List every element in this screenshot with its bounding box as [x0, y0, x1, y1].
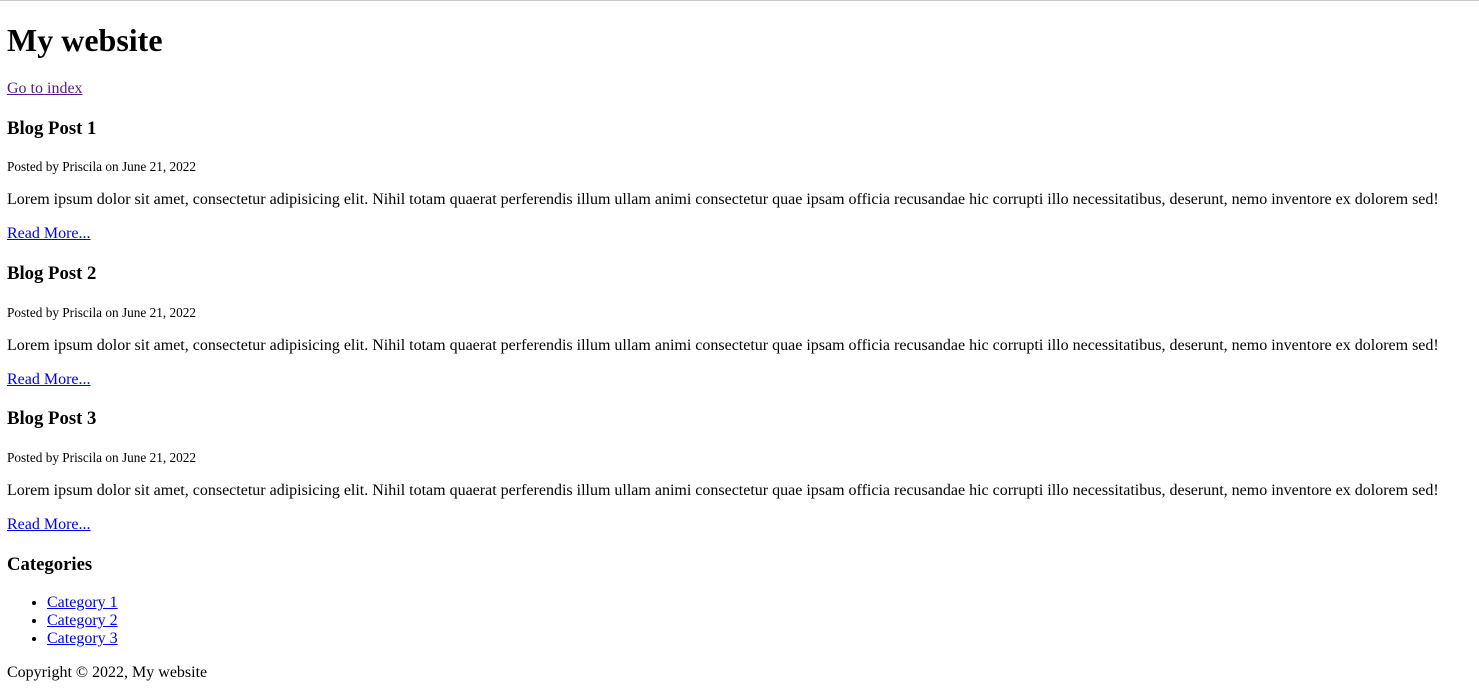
categories-list: Category 1 Category 2 Category 3 — [7, 594, 118, 648]
read-more-link[interactable]: Read More... — [7, 225, 91, 243]
category-link[interactable]: Category 1 — [47, 594, 118, 611]
read-more-link[interactable]: Read More... — [7, 371, 91, 389]
site-title: My website — [7, 22, 163, 58]
post-meta: Posted by Priscila on June 21, 2022 — [7, 159, 197, 174]
footer-copyright: Copyright © 2022, My website — [7, 664, 208, 681]
post-title: Blog Post 1 — [7, 118, 97, 139]
category-link[interactable]: Category 2 — [47, 612, 118, 629]
category-item: Category 3 — [47, 630, 118, 648]
go-to-index-link[interactable]: Go to index — [7, 80, 83, 98]
post-title: Blog Post 3 — [7, 408, 97, 429]
category-item: Category 2 — [47, 612, 118, 630]
category-item: Category 1 — [47, 594, 118, 612]
read-more-link[interactable]: Read More... — [7, 516, 91, 534]
post-meta: Posted by Priscila on June 21, 2022 — [7, 450, 197, 465]
post-meta: Posted by Priscila on June 21, 2022 — [7, 305, 197, 320]
categories-heading: Categories — [7, 554, 93, 575]
category-link[interactable]: Category 3 — [47, 630, 118, 647]
post-body: Lorem ipsum dolor sit amet, consectetur … — [7, 337, 1439, 354]
post-title: Blog Post 2 — [7, 263, 97, 284]
page: My website Go to index Blog Post 1 Poste… — [0, 0, 1479, 694]
post-body: Lorem ipsum dolor sit amet, consectetur … — [7, 482, 1439, 499]
post-body: Lorem ipsum dolor sit amet, consectetur … — [7, 191, 1439, 208]
